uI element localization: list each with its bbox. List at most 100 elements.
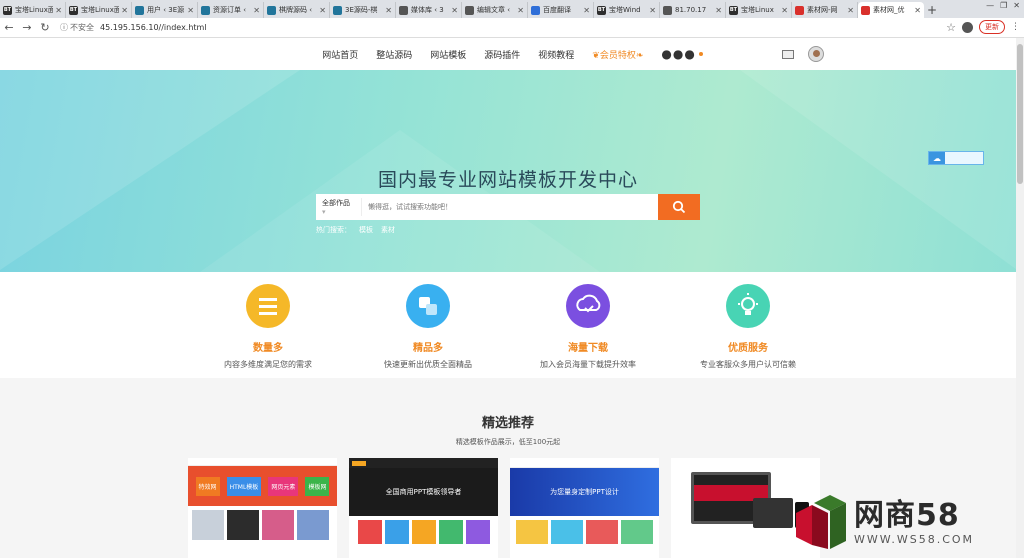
browser-tab[interactable]: BT 宝塔Wind ✕ (594, 2, 660, 18)
feature-desc: 内容多维度满足您的需求 (224, 360, 312, 369)
tab-close-icon[interactable]: ✕ (517, 6, 524, 15)
card-thumb-title: 为您量身定制PPT设计 (510, 468, 659, 516)
tab-close-icon[interactable]: ✕ (715, 6, 722, 15)
card-header (349, 458, 498, 468)
account-icon[interactable] (962, 21, 973, 33)
tab-close-icon[interactable]: ✕ (319, 6, 326, 15)
tab-close-icon[interactable]: ✕ (253, 6, 260, 15)
watermark: 网商58 WWW.WS58.COM (794, 492, 1006, 552)
close-window-icon[interactable]: ✕ (1013, 1, 1020, 10)
tab-close-icon[interactable]: ✕ (451, 6, 458, 15)
template-cards: 特效网 HTML模板 网页元素 模板网 全国商用PPT模板领导者 为您量身定制P… (188, 458, 820, 558)
hot-term[interactable]: 模板 (359, 225, 373, 235)
hot-term[interactable]: 素材 (381, 225, 395, 235)
tab-title: 81.70.17 (675, 6, 707, 14)
hero-banner: 国内最专业网站模板开发中心 全部作品 ▾ 热门搜索： 模板 素材 ☁ (0, 70, 1016, 272)
tab-close-icon[interactable]: ✕ (385, 6, 392, 15)
reload-icon[interactable]: ↻ (36, 21, 54, 34)
template-card[interactable]: 特效网 HTML模板 网页元素 模板网 (188, 458, 337, 558)
tab-title: 媒体库 ‹ 3 (411, 6, 444, 14)
card-tile: 特效网 (195, 476, 220, 496)
browser-tab[interactable]: 素材网_优 ✕ (858, 2, 924, 18)
cloud-download-icon (566, 284, 610, 328)
hot-searches: 热门搜索： 模板 素材 (316, 225, 395, 235)
menu-dots-icon[interactable]: ⋮ (1011, 22, 1020, 32)
restore-icon[interactable]: ❐ (1000, 1, 1007, 10)
browser-tab[interactable]: 3E源码-棋 ✕ (330, 2, 396, 18)
tab-close-icon[interactable]: ✕ (187, 6, 194, 15)
chevron-down-icon: ▾ (322, 208, 326, 216)
nav-item-plugins[interactable]: 源码插件 (484, 48, 520, 61)
translate-icon (531, 5, 540, 15)
globe-icon (399, 5, 408, 15)
card-grid (188, 506, 337, 544)
avatar[interactable] (808, 46, 824, 62)
browser-tab[interactable]: 百度翻译 ✕ (528, 2, 594, 18)
update-button[interactable]: 更新 (979, 20, 1005, 34)
search-button[interactable] (658, 194, 700, 220)
globe-icon (465, 5, 474, 15)
tab-title: 素材网_优 (873, 6, 905, 14)
tab-close-icon[interactable]: ✕ (914, 6, 921, 15)
search-category-label: 全部作品 (322, 199, 350, 207)
new-tab-icon[interactable]: + (924, 2, 940, 18)
search-icon (672, 200, 686, 214)
wp-icon (267, 5, 276, 15)
vip-label: 会员特权 (599, 50, 636, 61)
tab-title: 宝塔Linux面 (81, 6, 120, 14)
browser-tab[interactable]: 资源订单 ‹ ✕ (198, 2, 264, 18)
card-tile: 模板网 (305, 476, 330, 496)
list-icon (246, 284, 290, 328)
section-subtitle: 精选模板作品展示，低至100元起 (455, 438, 561, 446)
back-icon[interactable]: ← (0, 21, 18, 34)
forward-icon[interactable]: → (18, 21, 36, 34)
nav-item-video[interactable]: 视频教程 (538, 48, 574, 61)
tab-title: 用户 ‹ 3E源 (147, 6, 185, 14)
template-card[interactable]: 为您量身定制PPT设计 (510, 458, 659, 558)
security-indicator[interactable]: ⓘ 不安全 (60, 22, 94, 33)
bt-favicon: BT (729, 5, 738, 15)
tab-close-icon[interactable]: ✕ (583, 6, 590, 15)
card-tile: HTML模板 (226, 476, 262, 496)
nav-item-vip[interactable]: ❦会员特权❧ (592, 48, 643, 61)
tab-close-icon[interactable]: ✕ (649, 6, 656, 15)
feature-title: 数量多 (253, 343, 283, 354)
nav-item-templates[interactable]: 网站模板 (430, 48, 466, 61)
browser-tab[interactable]: 素材网-网 ✕ (792, 2, 858, 18)
tab-close-icon[interactable]: ✕ (121, 6, 128, 15)
browser-tab[interactable]: BT 宝塔Linux ✕ (726, 2, 792, 18)
address-bar: ← → ↻ ⓘ 不安全 45.195.156.10//index.html ☆ … (0, 18, 1024, 38)
browser-tab[interactable]: BT 宝塔Linux面 ✕ (66, 2, 132, 18)
minimize-icon[interactable]: — (986, 1, 994, 10)
url-text: 45.195.156.10//index.html (100, 23, 207, 32)
page-scrollbar[interactable] (1016, 38, 1024, 558)
template-card[interactable]: 全国商用PPT模板领导者 (349, 458, 498, 558)
scrollbar-thumb[interactable] (1017, 44, 1023, 184)
browser-tab[interactable]: 编辑文章 ‹ ✕ (462, 2, 528, 18)
cloud-service-button[interactable]: ☁ (928, 151, 984, 165)
browser-tab[interactable]: 用户 ‹ 3E源 ✕ (132, 2, 198, 18)
card-tile: 网页元素 (268, 476, 299, 496)
insecure-label: 不安全 (70, 23, 94, 32)
mail-icon[interactable] (782, 49, 794, 59)
card-header (510, 458, 659, 468)
tab-close-icon[interactable]: ✕ (781, 6, 788, 15)
nav-item-home[interactable]: 网站首页 (322, 48, 358, 61)
browser-tab[interactable]: 棋牌源码 ‹ ✕ (264, 2, 330, 18)
browser-tab[interactable]: 媒体库 ‹ 3 ✕ (396, 2, 462, 18)
browser-tab[interactable]: 81.70.17 ✕ (660, 2, 726, 18)
search-category-select[interactable]: 全部作品 ▾ (316, 198, 362, 216)
tab-close-icon[interactable]: ✕ (55, 6, 62, 15)
feature-item: 数量多内容多维度满足您的需求 (188, 272, 348, 378)
bookmark-star-icon[interactable]: ☆ (946, 21, 956, 34)
omnibox[interactable]: ⓘ 不安全 45.195.156.10//index.html (60, 20, 207, 36)
search-input[interactable] (362, 203, 658, 211)
more-menu[interactable]: ●●● (661, 47, 695, 61)
browser-tab[interactable]: BT 宝塔Linux面 ✕ (0, 2, 66, 18)
feature-title: 海量下载 (568, 343, 608, 354)
features-row: 数量多 内容多维度满足您的需求 精品多 快速更新出优质全面精品 海量下载 加入会员海量下载… (0, 272, 1016, 378)
nav-item-full-source[interactable]: 整站源码 (376, 48, 412, 61)
tab-close-icon[interactable]: ✕ (847, 6, 854, 15)
wp-icon (135, 5, 144, 15)
card-hero: 特效网 HTML模板 网页元素 模板网 (188, 466, 337, 506)
